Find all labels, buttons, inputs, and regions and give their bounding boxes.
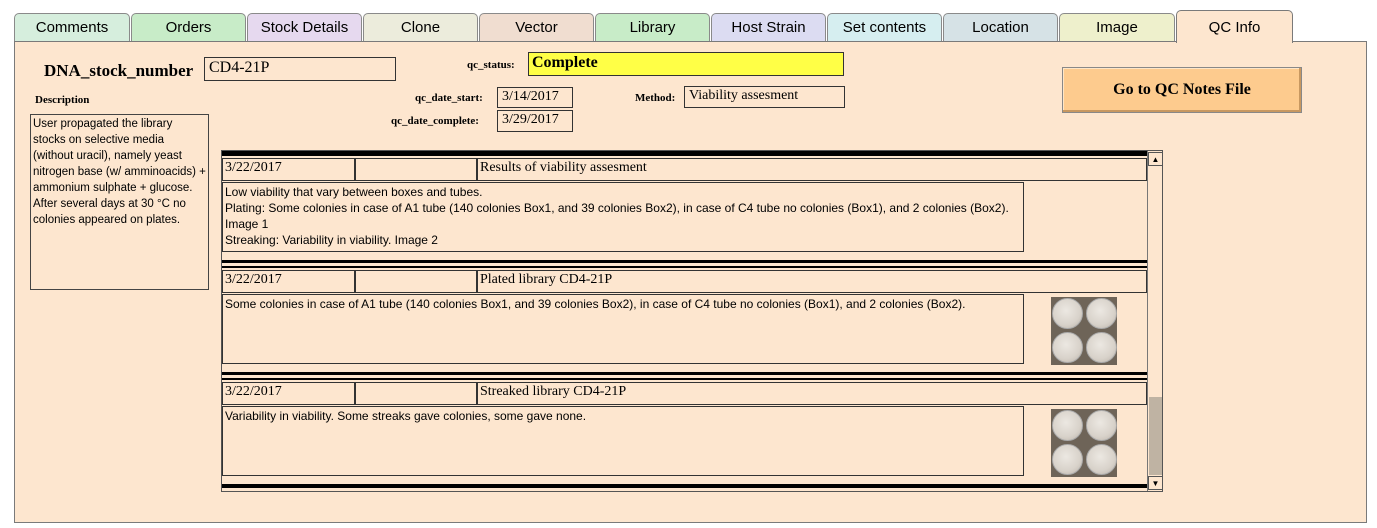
record-date-field[interactable]: 3/22/2017 xyxy=(222,270,355,293)
method-label: Method: xyxy=(635,92,676,104)
record-user-field[interactable] xyxy=(355,270,477,293)
tab-comments[interactable]: Comments xyxy=(14,13,130,41)
stock-number-label: DNA_stock_number xyxy=(44,61,194,80)
petri-dish-icon xyxy=(1052,444,1083,475)
tab-image[interactable]: Image xyxy=(1059,13,1175,41)
scroll-down-arrow-icon[interactable]: ▼ xyxy=(1148,476,1162,490)
tab-clone[interactable]: Clone xyxy=(363,13,478,41)
tab-location[interactable]: Location xyxy=(943,13,1058,41)
qc-notes-button[interactable]: Go to QC Notes File xyxy=(1062,67,1302,113)
petri-dish-icon xyxy=(1086,332,1117,363)
qc-date-complete-label: qc_date_complete: xyxy=(391,115,479,127)
tab-vector[interactable]: Vector xyxy=(479,13,594,41)
description-field[interactable]: User propagated the library stocks on se… xyxy=(30,114,209,290)
qc-status-label: qc_status: xyxy=(467,59,515,71)
tab-orders[interactable]: Orders xyxy=(131,13,246,41)
petri-dish-icon xyxy=(1052,332,1083,363)
tab-library[interactable]: Library xyxy=(595,13,710,41)
record-title-field[interactable]: Results of viability assesment xyxy=(477,158,1147,181)
record-note-field[interactable]: Variability in viability. Some streaks g… xyxy=(222,406,1024,476)
petri-dish-icon xyxy=(1052,410,1083,441)
record-note-field[interactable]: Some colonies in case of A1 tube (140 co… xyxy=(222,294,1024,364)
scroll-up-arrow-icon[interactable]: ▲ xyxy=(1148,152,1162,166)
tab-qc-info[interactable]: QC Info xyxy=(1176,10,1293,43)
method-field[interactable]: Viability assesment xyxy=(684,86,845,108)
records-scrollbar[interactable]: ▲ ▼ xyxy=(1147,151,1162,491)
record-date-field[interactable]: 3/22/2017 xyxy=(222,382,355,405)
petri-dish-icon xyxy=(1086,298,1117,329)
petri-dish-icon xyxy=(1086,444,1117,475)
qc-date-start-field[interactable]: 3/14/2017 xyxy=(497,87,573,108)
qc-records-subform: 3/22/2017 Results of viability assesment L… xyxy=(221,150,1163,492)
streaked-plates-image[interactable] xyxy=(1051,409,1117,477)
qc-date-complete-field[interactable]: 3/29/2017 xyxy=(497,110,573,132)
description-label: Description xyxy=(35,94,90,106)
record-user-field[interactable] xyxy=(355,158,477,181)
petri-plates-image[interactable] xyxy=(1051,297,1117,365)
stock-number-field[interactable]: CD4-21P xyxy=(204,57,396,81)
record-separator xyxy=(222,266,1147,268)
petri-dish-icon xyxy=(1086,410,1117,441)
record-user-field[interactable] xyxy=(355,382,477,405)
qc-status-field[interactable]: Complete xyxy=(528,52,844,76)
record-title-field[interactable]: Streaked library CD4-21P xyxy=(477,382,1147,405)
record-separator xyxy=(222,378,1147,380)
tab-stock-details[interactable]: Stock Details xyxy=(247,13,362,41)
record-note-field[interactable]: Low viability that vary between boxes an… xyxy=(222,182,1024,252)
record-separator xyxy=(222,372,1147,375)
tab-host-strain[interactable]: Host Strain xyxy=(711,13,826,41)
record-date-field[interactable]: 3/22/2017 xyxy=(222,158,355,181)
record-separator xyxy=(222,485,1147,488)
record-title-field[interactable]: Plated library CD4-21P xyxy=(477,270,1147,293)
scrollbar-thumb[interactable] xyxy=(1149,397,1162,475)
qc-info-panel: DNA_stock_number CD4-21P Description Use… xyxy=(14,41,1367,523)
petri-dish-icon xyxy=(1052,298,1083,329)
qc-date-start-label: qc_date_start: xyxy=(415,92,483,104)
record-separator xyxy=(222,154,1147,156)
record-separator xyxy=(222,260,1147,263)
tab-set-contents[interactable]: Set contents xyxy=(827,13,942,41)
